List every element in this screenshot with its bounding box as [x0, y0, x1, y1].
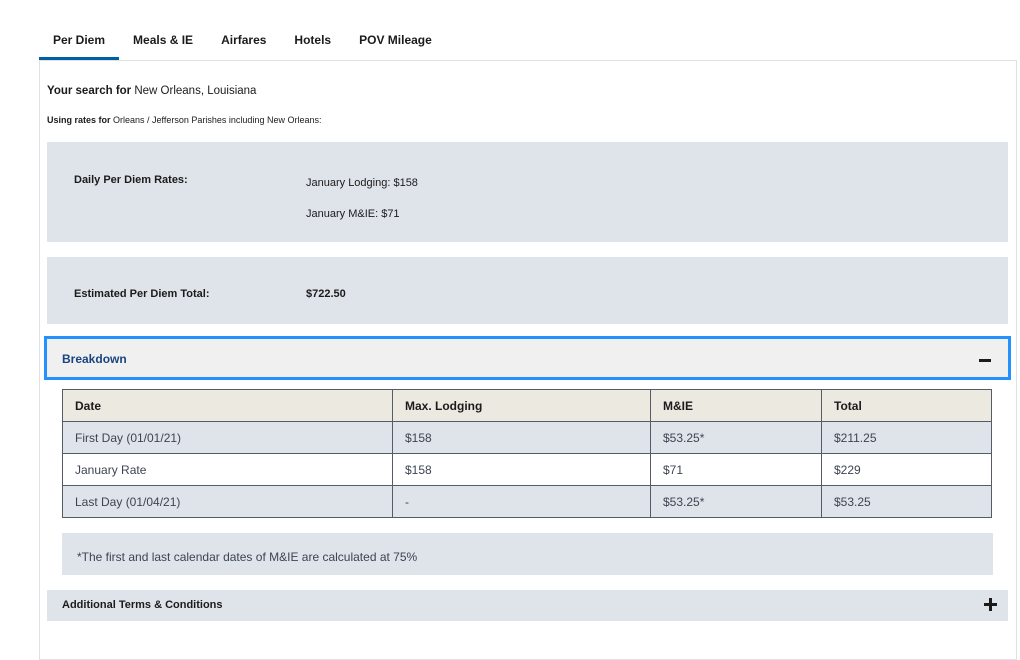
table-cell: $211.25: [821, 421, 992, 454]
table-cell: $53.25*: [650, 485, 822, 518]
tab-bar: Per Diem Meals & IE Airfares Hotels POV …: [39, 26, 446, 60]
rates-summary: Using rates for Orleans / Jefferson Pari…: [47, 115, 321, 125]
table-row: First Day (01/01/21) $158 $53.25* $211.2…: [62, 421, 992, 454]
table-cell: $71: [650, 453, 822, 486]
search-prefix: Your search for: [47, 85, 132, 97]
plus-icon: [984, 598, 997, 611]
estimate-box: Estimated Per Diem Total: $722.50: [47, 257, 1008, 324]
search-summary: Your search for New Orleans, Louisiana: [47, 85, 256, 97]
table-cell: January Rate: [62, 453, 393, 486]
table-header-row: Date Max. Lodging M&IE Total: [62, 389, 992, 422]
table-cell: Last Day (01/04/21): [62, 485, 393, 518]
table-cell: $158: [392, 453, 651, 486]
rates-location: Orleans / Jefferson Parishes including N…: [113, 115, 322, 125]
mie-footnote: *The first and last calendar dates of M&…: [62, 533, 993, 575]
terms-accordion-button[interactable]: Additional Terms & Conditions: [47, 590, 1008, 621]
column-header-max-lodging: Max. Lodging: [392, 389, 651, 422]
table-cell: First Day (01/01/21): [62, 421, 393, 454]
column-header-total: Total: [821, 389, 992, 422]
table-cell: $158: [392, 421, 651, 454]
estimate-label: Estimated Per Diem Total:: [74, 288, 210, 300]
tab-pov-mileage[interactable]: POV Mileage: [345, 26, 446, 60]
table-cell: -: [392, 485, 651, 518]
tab-airfares[interactable]: Airfares: [207, 26, 280, 60]
tab-meals-ie[interactable]: Meals & IE: [119, 26, 207, 60]
column-header-date: Date: [62, 389, 393, 422]
mie-rate: January M&IE: $71: [306, 208, 400, 220]
breakdown-title: Breakdown: [62, 352, 127, 366]
estimate-value: $722.50: [306, 288, 346, 300]
tab-per-diem[interactable]: Per Diem: [39, 26, 120, 60]
daily-rates-box: Daily Per Diem Rates: January Lodging: $…: [47, 142, 1008, 242]
tab-hotels[interactable]: Hotels: [280, 26, 345, 60]
terms-title: Additional Terms & Conditions: [62, 599, 223, 611]
daily-rates-label: Daily Per Diem Rates:: [74, 174, 188, 186]
breakdown-accordion-button[interactable]: Breakdown: [44, 336, 1011, 380]
breakdown-table: Date Max. Lodging M&IE Total First Day (…: [62, 389, 992, 518]
table-cell: $229: [821, 453, 992, 486]
rates-prefix: Using rates for: [47, 115, 111, 125]
lodging-rate: January Lodging: $158: [306, 177, 418, 189]
table-cell: $53.25*: [650, 421, 822, 454]
table-row: Last Day (01/04/21) - $53.25* $53.25: [62, 485, 992, 518]
table-row: January Rate $158 $71 $229: [62, 453, 992, 486]
column-header-mie: M&IE: [650, 389, 822, 422]
table-cell: $53.25: [821, 485, 992, 518]
minus-icon: [979, 359, 991, 362]
footnote-text: *The first and last calendar dates of M&…: [77, 550, 418, 564]
search-location: New Orleans, Louisiana: [134, 85, 257, 97]
